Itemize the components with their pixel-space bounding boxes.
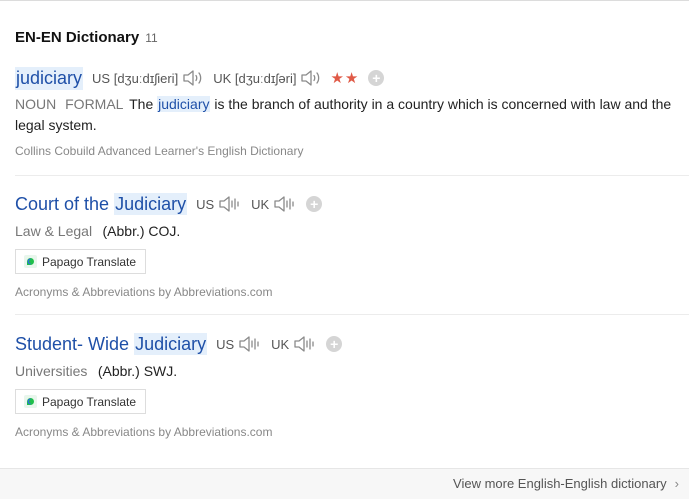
- view-more-link[interactable]: View more English-English dictionary ›: [453, 476, 679, 491]
- dictionary-entry: Court of the Judiciary US UK + Law & Leg…: [15, 191, 689, 299]
- entry-divider: [15, 314, 689, 315]
- uk-label: UK: [213, 70, 232, 86]
- speaker-icon[interactable]: [300, 69, 322, 87]
- translate-row: Papago Translate: [15, 389, 689, 414]
- us-ipa: [dʒuːdɪʃieri]: [113, 70, 179, 86]
- section-header: EN-EN Dictionary 11: [15, 29, 158, 49]
- us-label: US: [196, 196, 215, 212]
- field-label: Universities: [15, 363, 88, 379]
- uk-label: UK: [271, 336, 290, 352]
- footer-bar: View more English-English dictionary ›: [0, 468, 689, 499]
- source-label: Collins Cobuild Advanced Learner's Engli…: [15, 144, 304, 158]
- definition: NOUN FORMAL The judiciary is the branch …: [15, 94, 675, 136]
- us-pronunciation: US [dʒuːdɪʃieri]: [92, 71, 178, 86]
- translate-row: Papago Translate: [15, 249, 689, 274]
- papago-icon: [24, 395, 37, 408]
- headword-highlight: Judiciary: [114, 192, 188, 215]
- headword-link[interactable]: judiciary: [15, 66, 84, 90]
- definition-text-pre: The: [129, 96, 154, 112]
- entry-head: Student- Wide Judiciary US UK +: [15, 331, 689, 357]
- chevron-right-icon: ›: [674, 476, 679, 491]
- speaker-icon[interactable]: [218, 195, 242, 213]
- speaker-icon[interactable]: [273, 195, 297, 213]
- papago-icon: [24, 255, 37, 268]
- add-wordbook-button[interactable]: +: [368, 70, 385, 86]
- papago-label: Papago Translate: [42, 254, 137, 269]
- papago-translate-button[interactable]: Papago Translate: [15, 389, 147, 414]
- us-label: US: [216, 336, 235, 352]
- abbreviation-row: Law & Legal (Abbr.) COJ.: [15, 223, 689, 241]
- add-wordbook-button[interactable]: +: [306, 196, 323, 212]
- add-wordbook-button[interactable]: +: [326, 336, 343, 352]
- dictionary-entry: Student- Wide Judiciary US UK + Universi…: [15, 331, 689, 439]
- dictionary-entry: judiciary US [dʒuːdɪʃieri] UK [dʒuːdɪʃər…: [15, 65, 689, 158]
- section-title: EN-EN Dictionary: [15, 29, 140, 46]
- abbreviation-text: (Abbr.) SWJ.: [97, 363, 178, 379]
- papago-translate-button[interactable]: Papago Translate: [15, 249, 147, 274]
- speaker-icon[interactable]: [182, 69, 204, 87]
- entry-head: judiciary US [dʒuːdɪʃieri] UK [dʒuːdɪʃər…: [15, 65, 689, 91]
- speaker-icon[interactable]: [293, 335, 317, 353]
- register-label: FORMAL: [65, 96, 124, 112]
- definition-keyword: judiciary: [157, 96, 211, 112]
- abbreviation-row: Universities (Abbr.) SWJ.: [15, 363, 689, 381]
- us-label: US: [92, 70, 111, 86]
- view-more-label: View more English-English dictionary: [453, 476, 667, 491]
- headword-link[interactable]: Student- Wide Judiciary: [15, 332, 208, 355]
- field-label: Law & Legal: [15, 223, 93, 239]
- abbreviation-text: (Abbr.) COJ.: [102, 223, 181, 239]
- papago-label: Papago Translate: [42, 394, 137, 409]
- uk-pronunciation: UK [dʒuːdɪʃəri]: [213, 71, 296, 86]
- speaker-icon[interactable]: [238, 335, 262, 353]
- top-divider: [0, 0, 689, 1]
- headword-link[interactable]: Court of the Judiciary: [15, 192, 188, 215]
- source-label: Acronyms & Abbreviations by Abbreviation…: [15, 285, 273, 299]
- headword-highlight: Judiciary: [134, 332, 208, 355]
- source-label: Acronyms & Abbreviations by Abbreviation…: [15, 425, 273, 439]
- part-of-speech: NOUN: [15, 96, 57, 112]
- result-count: 11: [145, 31, 158, 45]
- uk-ipa: [dʒuːdɪʃəri]: [234, 70, 297, 86]
- headword-text: Court of the: [15, 193, 110, 214]
- entry-divider: [15, 175, 689, 176]
- uk-label: UK: [251, 196, 270, 212]
- frequency-stars: ★★: [330, 70, 360, 87]
- entry-head: Court of the Judiciary US UK +: [15, 191, 689, 217]
- headword-text: Student- Wide: [15, 333, 130, 354]
